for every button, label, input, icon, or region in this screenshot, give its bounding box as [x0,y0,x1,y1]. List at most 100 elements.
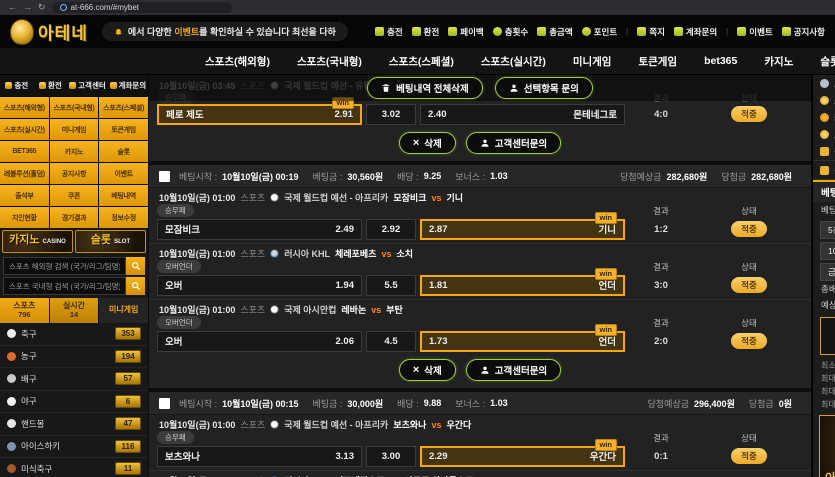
rightbar-item-0[interactable]: 로그아웃 [813,75,835,92]
odds-draw-button[interactable]: 3.00 [366,446,416,467]
bet-amount-input[interactable] [820,317,835,355]
nav-item-7[interactable]: 카지노 [764,54,793,69]
refresh-icon[interactable]: ↻ [38,3,46,12]
selected-items-inquiry-button[interactable]: 선택항목 문의 [495,77,593,99]
nav-item-1[interactable]: 스포츠(국내형) [297,54,362,69]
sport-row-1[interactable]: 농구194 [0,346,148,369]
quick-menu-3[interactable]: 계좌문의 [108,75,148,96]
site-info-icon[interactable] [60,4,67,11]
nav-item-4[interactable]: 미니게임 [573,54,612,69]
rightbar-recharge[interactable]: 충전 [813,160,835,180]
odds-home-button[interactable]: 모잠비크2.49 [157,219,362,240]
sidebar-grid-button-3[interactable]: 스포츠(실시간) [0,119,49,140]
bet-select-checkbox[interactable] [159,171,170,182]
odds-home-button[interactable]: 페로 제도2.91win [157,104,362,125]
sidebar-grid-button-14[interactable]: 베팅내역 [99,185,148,206]
menu-item-megaphone[interactable]: 공지사항 [782,26,825,38]
menu-item-card[interactable]: 충전 [375,26,403,38]
sport-row-5[interactable]: 아이스하키116 [0,436,148,459]
odds-draw-button[interactable]: 3.02 [366,104,416,125]
sidebar-grid-button-16[interactable]: 경기결과 [50,207,99,228]
sidebar-tab-0[interactable]: 스포츠796 [0,298,49,323]
sidebar-grid-button-10[interactable]: 공지사항 [50,163,99,184]
sidebar-grid-button-12[interactable]: 출석부 [0,185,49,206]
nav-item-3[interactable]: 스포츠(실시간) [481,54,546,69]
odds-away-button[interactable]: 2.87기니win [420,219,625,240]
menu-item-payback[interactable]: 페이백 [448,26,483,38]
sidebar-grid-button-13[interactable]: 쿠폰 [50,185,99,206]
menu-item-mail[interactable]: 쪽지 [637,26,665,38]
sidebar-grid-button-8[interactable]: 슬롯 [99,141,148,162]
quick-amount-button-2[interactable]: 금액초기화 [820,263,835,281]
customer-center-inquiry-button[interactable]: 고객센터문의 [466,132,561,154]
rightbar-item-4[interactable]: 룰렛쿠폰 [813,143,835,160]
delete-all-bets-button[interactable]: 베팅내역 전체삭제 [367,77,483,99]
delete-bet-button[interactable]: ×삭제 [399,359,456,381]
quick-amount-button-1[interactable]: 10만원 [820,242,835,260]
sidebar-tab-1[interactable]: 실시간14 [50,298,99,323]
odds-draw-button[interactable]: 4.5 [366,331,416,352]
nav-item-6[interactable]: bet365 [704,55,737,67]
sidebar-grid-button-6[interactable]: BET365 [0,141,49,162]
odds-away-button[interactable]: 1.73언더win [420,331,625,352]
sidebar-grid-button-7[interactable]: 카지노 [50,141,99,162]
menu-item-point[interactable]: 포인트 [582,26,617,38]
url-bar[interactable]: at-666.com/#mybet [52,2,232,13]
menu-item-total-amount[interactable]: 총금액 [537,26,572,38]
sidebar-banner-slot[interactable]: 슬롯SLOT [75,230,146,253]
search-button[interactable] [126,257,145,275]
sidebar-tab-2[interactable]: 미니게임 [99,298,148,323]
quick-amount-button-0[interactable]: 5천원 [820,221,835,239]
rightbar-item-3[interactable]: 보유포인트 [813,126,835,143]
odds-draw-button[interactable]: 2.92 [366,219,416,240]
odds-away-button[interactable]: 2.29우간다win [420,446,625,467]
expected-label: 당첨예상금 [620,170,661,183]
forward-icon[interactable]: → [23,3,32,12]
rightbar-item-1[interactable]: 보유머니 [813,92,835,109]
rightbar-item-2[interactable]: 카지노머니 [813,109,835,126]
nav-item-0[interactable]: 스포츠(해외형) [205,54,270,69]
sidebar-grid-button-1[interactable]: 스포츠(국내형) [50,97,99,118]
odds-away-button[interactable]: 2.40몬테네그로 [420,104,625,125]
odds-draw-button[interactable]: 5.5 [366,275,416,296]
sport-row-4[interactable]: 핸드볼47 [0,413,148,436]
notice-banner[interactable]: 에서 다양한 이벤트를 확인하실 수 있습니다 최선을 다하 [102,22,348,41]
sidebar-grid-button-9[interactable]: 레볼루션(홀덤) [0,163,49,184]
sidebar-grid-button-2[interactable]: 스포츠(스페셜) [99,97,148,118]
sport-row-0[interactable]: 축구353 [0,323,148,346]
menu-item-gift[interactable]: 이벤트 [737,26,772,38]
sidebar-grid-button-0[interactable]: 스포츠(해외형) [0,97,49,118]
sidebar-grid-button-4[interactable]: 미니게임 [50,119,99,140]
domestic-search-input[interactable] [3,277,126,295]
sidebar-banner-casino[interactable]: 카지노CASINO [2,230,73,253]
sidebar-grid-button-15[interactable]: 지인현황 [0,207,49,228]
search-button[interactable] [126,277,145,295]
sport-row-3[interactable]: 야구6 [0,391,148,414]
bet-select-checkbox[interactable] [159,398,170,409]
quick-menu-1[interactable]: 환전 [34,75,68,96]
site-logo[interactable]: 아테네 [10,19,88,45]
delete-bet-button[interactable]: ×삭제 [399,132,456,154]
sport-row-2[interactable]: 배구57 [0,368,148,391]
odds-home-button[interactable]: 오버1.94 [157,275,362,296]
rightbar-banner[interactable]: 아테네 [819,415,835,477]
quick-menu-0[interactable]: 충전 [0,75,34,96]
menu-item-exchange[interactable]: 환전 [412,26,440,38]
nav-item-2[interactable]: 스포츠(스페셜) [389,54,454,69]
sidebar-grid-button-17[interactable]: 정보수정 [99,207,148,228]
back-icon[interactable]: ← [8,3,17,12]
quick-menu-icon [110,82,117,89]
odds-away-button[interactable]: 1.81언더win [420,275,625,296]
quick-menu-2[interactable]: 고객센터 [67,75,107,96]
sidebar-grid-button-5[interactable]: 토큰게임 [99,119,148,140]
sidebar-grid-button-11[interactable]: 이벤트 [99,163,148,184]
odds-home-button[interactable]: 오버2.06 [157,331,362,352]
sport-row-6[interactable]: 미식축구11 [0,458,148,477]
nav-item-8[interactable]: 슬롯 [820,54,835,69]
nav-item-5[interactable]: 토큰게임 [638,54,677,69]
overseas-search-input[interactable] [3,257,126,275]
customer-center-inquiry-button[interactable]: 고객센터문의 [466,359,561,381]
odds-home-button[interactable]: 보츠와나3.13 [157,446,362,467]
menu-item-bank[interactable]: 계좌문의 [674,26,717,38]
menu-item-count[interactable]: 충횟수 [493,26,528,38]
